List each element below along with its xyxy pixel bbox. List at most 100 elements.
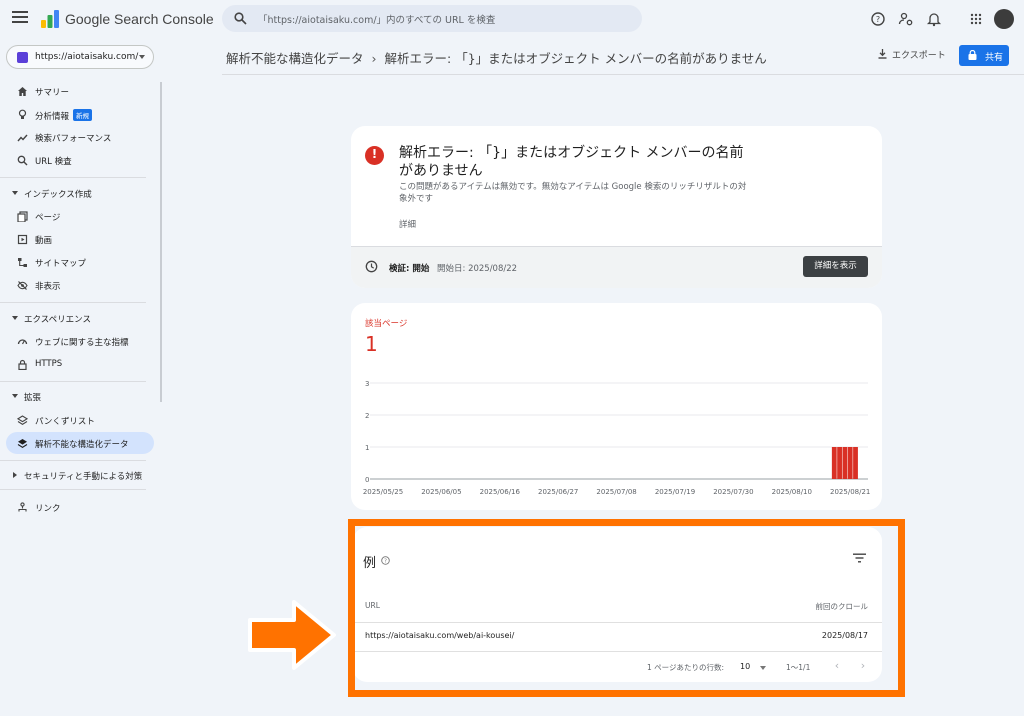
search-console-logo <box>41 10 59 28</box>
view-details-button[interactable]: 詳細を表示 <box>803 256 868 277</box>
error-icon <box>365 146 384 165</box>
sidebar-item-https[interactable]: HTTPS <box>6 353 154 375</box>
users-settings-icon[interactable] <box>898 11 914 27</box>
chart-bar <box>847 447 853 479</box>
search-icon <box>234 12 247 25</box>
y-tick-label: 3 <box>365 380 369 388</box>
breadcrumb: 解析不能な構造化データ › 解析エラー: 「}」またはオブジェクト メンバーの名前が… <box>226 48 767 67</box>
issue-title: 解析エラー: 「}」またはオブジェクト メンバーの名前がありません <box>399 145 744 179</box>
sidebar-item-sitemaps[interactable]: サイトマップ <box>6 251 154 273</box>
sidebar-section-security[interactable]: セキュリティと手動による対策 <box>6 467 154 485</box>
sidebar-item-pages[interactable]: ページ <box>6 205 154 227</box>
apps-grid-icon[interactable] <box>968 11 984 27</box>
caret-down-icon <box>12 316 18 320</box>
chevron-down-icon <box>139 55 145 59</box>
y-tick-label: 0 <box>365 476 369 484</box>
url-inspect-search[interactable]: 「https://aiotaisaku.com/」内のすべての URL を検査 <box>222 5 642 32</box>
breadcrumb-current: 解析エラー: 「}」またはオブジェクト メンバーの名前がありません <box>384 51 767 66</box>
sidebar-item-url-inspection[interactable]: URL 検査 <box>6 149 154 171</box>
sidebar-item-label: 分析情報 新規 <box>35 109 93 122</box>
x-tick-label: 2025/07/19 <box>655 488 695 496</box>
lock-icon <box>968 50 977 60</box>
clock-icon <box>365 260 378 273</box>
affected-pages-card: 該当ページ 1 0 1 2 3 2025/05/25 2025/06/05 2025/06/… <box>351 303 882 510</box>
sidebar-item-label: 非表示 <box>35 282 61 292</box>
sidebar-item-label: 解析不能な構造化データ <box>35 440 129 450</box>
caret-down-icon <box>12 191 18 195</box>
sidebar-item-insights[interactable]: 分析情報 新規 <box>6 103 154 125</box>
x-tick-label: 2025/06/27 <box>538 488 578 496</box>
issue-description: この問題があるアイテムは無効です。無効なアイテムは Google 検索のリッチリ… <box>399 182 747 204</box>
sidebar-item-label: ページ <box>35 213 61 223</box>
help-icon[interactable]: ? <box>870 11 886 27</box>
sidebar-item-label: ウェブに関する主な指標 <box>35 338 129 348</box>
sidebar-item-video[interactable]: 動画 <box>6 228 154 250</box>
bell-icon[interactable] <box>926 11 942 27</box>
sidebar-scrollbar[interactable] <box>160 82 162 402</box>
sidebar-section-experience[interactable]: エクスペリエンス <box>6 310 154 328</box>
learn-more-link[interactable]: 詳細 <box>399 218 416 230</box>
y-tick-label: 2 <box>365 412 369 420</box>
validation-bar: 検証: 開始 開始日: 2025/08/22 詳細を表示 <box>351 246 882 288</box>
caret-right-icon <box>13 472 17 478</box>
layers-icon <box>17 439 28 448</box>
sidebar-item-label: リンク <box>35 504 61 514</box>
section-label: セキュリティと手動による対策 <box>24 472 143 482</box>
lock-icon <box>18 359 27 370</box>
chart-bar <box>831 447 837 479</box>
sidebar-item-removals[interactable]: 非表示 <box>6 274 154 296</box>
annotation-arrow-icon <box>248 600 336 670</box>
share-button[interactable]: 共有 <box>959 45 1009 66</box>
chart-bar <box>837 447 842 479</box>
x-tick-label: 2025/07/08 <box>596 488 636 496</box>
section-label: エクスペリエンス <box>24 315 91 325</box>
x-tick-label: 2025/08/21 <box>830 488 870 496</box>
property-name: https://aiotaisaku.com/ <box>35 52 139 62</box>
lightbulb-icon <box>18 109 27 119</box>
sidebar-divider <box>0 489 146 490</box>
sidebar-item-summary[interactable]: サマリー <box>6 80 154 102</box>
x-tick-label: 2025/07/30 <box>713 488 753 496</box>
header-divider <box>222 74 1024 75</box>
export-button[interactable]: エクスポート <box>878 48 946 61</box>
sidebar-item-performance[interactable]: 検索パフォーマンス <box>6 126 154 148</box>
account-avatar[interactable] <box>994 9 1014 29</box>
search-icon <box>17 155 28 166</box>
issue-card: 解析エラー: 「}」またはオブジェクト メンバーの名前がありません この問題があ… <box>351 126 882 288</box>
sidebar-item-label: URL 検査 <box>35 157 72 167</box>
video-icon <box>17 234 28 245</box>
sidebar-item-label: パンくずリスト <box>35 417 95 427</box>
section-label: インデックス作成 <box>24 190 92 200</box>
eye-off-icon <box>17 281 28 290</box>
sidebar-item-label: サマリー <box>35 88 70 98</box>
links-icon <box>18 502 27 512</box>
annotation-highlight-box <box>348 519 905 697</box>
share-label: 共有 <box>985 53 1004 63</box>
x-tick-label: 2025/06/16 <box>480 488 521 496</box>
svg-text:?: ? <box>876 15 880 24</box>
sidebar-divider <box>0 460 146 461</box>
download-icon <box>878 49 887 59</box>
caret-down-icon <box>12 394 18 398</box>
affected-pages-chart: 0 1 2 3 2025/05/25 2025/06/05 2025/06/16 2025/0… <box>363 380 871 496</box>
breadcrumb-parent[interactable]: 解析不能な構造化データ <box>226 51 364 66</box>
sidebar-item-breadcrumbs[interactable]: パンくずリスト <box>6 409 154 431</box>
top-bar: Google Search Console 「https://aiotaisak… <box>0 0 1024 38</box>
sidebar-section-indexing[interactable]: インデックス作成 <box>6 185 154 203</box>
sidebar-section-enhancements[interactable]: 拡張 <box>6 388 154 406</box>
x-tick-label: 2025/06/05 <box>421 488 461 496</box>
sidebar-divider <box>0 302 146 303</box>
y-tick-label: 1 <box>365 444 369 452</box>
menu-icon[interactable] <box>12 11 28 25</box>
sidebar-item-links[interactable]: リンク <box>6 496 154 518</box>
sidebar-item-unparsable[interactable]: 解析不能な構造化データ <box>6 432 154 454</box>
trending-up-icon <box>17 134 28 142</box>
property-selector[interactable]: https://aiotaisaku.com/ <box>6 45 154 69</box>
sidebar-item-core-web-vitals[interactable]: ウェブに関する主な指標 <box>6 330 154 352</box>
validation-status: 検証: 開始 <box>389 264 430 274</box>
breadcrumb-separator: › <box>371 51 377 66</box>
x-tick-label: 2025/05/25 <box>363 488 403 496</box>
sidebar-item-label: 検索パフォーマンス <box>35 134 112 144</box>
sidebar-item-label: HTTPS <box>35 359 63 369</box>
sidebar-divider <box>0 177 146 178</box>
